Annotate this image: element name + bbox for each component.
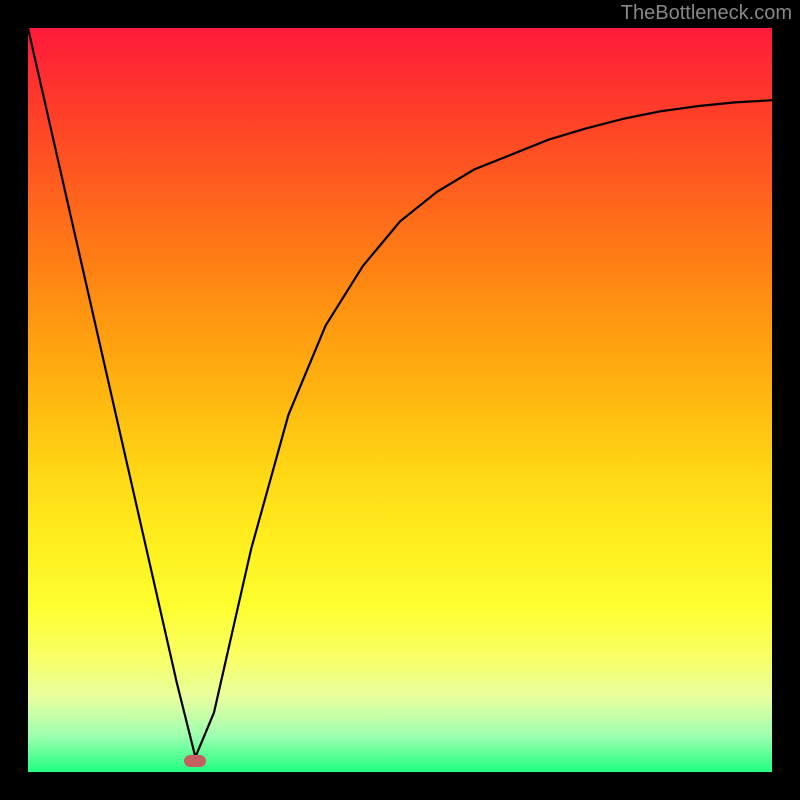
minimum-marker <box>184 755 206 767</box>
bottleneck-curve-svg <box>28 28 772 772</box>
chart-plot-area <box>28 28 772 772</box>
bottleneck-curve-path <box>28 28 772 757</box>
watermark-text: TheBottleneck.com <box>621 2 792 25</box>
